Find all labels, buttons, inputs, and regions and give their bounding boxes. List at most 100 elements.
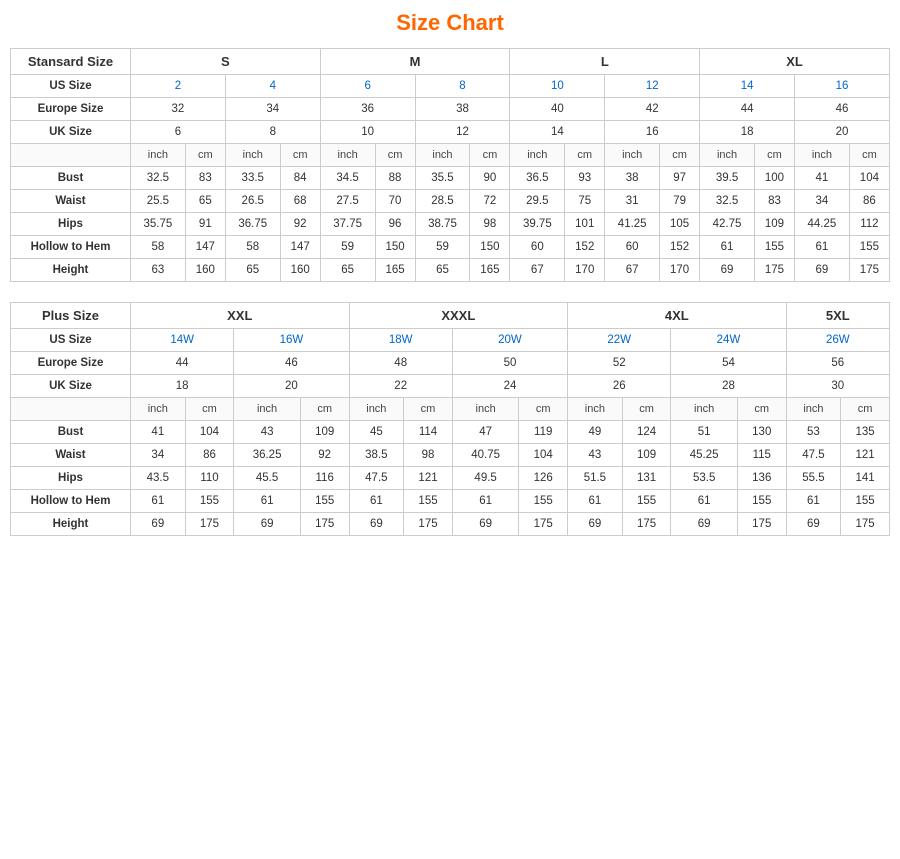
hips-value-plus: 136: [737, 467, 786, 490]
unit-label: inch: [671, 398, 738, 421]
europe-size-value: 46: [795, 98, 890, 121]
hips-value: 101: [565, 213, 605, 236]
height-value: 69: [795, 259, 850, 282]
hips-value-plus: 131: [622, 467, 671, 490]
unit-label: inch: [605, 144, 660, 167]
height-value: 170: [565, 259, 605, 282]
hips-value-plus: 55.5: [786, 467, 841, 490]
unit-label: cm: [185, 144, 225, 167]
bust-value: 83: [185, 167, 225, 190]
uk-size-value: 16: [605, 121, 700, 144]
bust-value: 97: [660, 167, 700, 190]
uk-size-value: 18: [700, 121, 795, 144]
bust-value: 32.5: [131, 167, 186, 190]
uk-size-value: 26: [568, 375, 671, 398]
hollowToHem-label: Hollow to Hem: [11, 236, 131, 259]
hips-value-plus: 141: [841, 467, 890, 490]
us-size-value: 10: [510, 75, 605, 98]
waist-value-plus: 34: [131, 444, 186, 467]
us-size-value: 2: [131, 75, 226, 98]
page-title: Size Chart: [10, 10, 890, 36]
hips-value: 37.75: [320, 213, 375, 236]
waist-value-plus: 86: [185, 444, 234, 467]
hollowToHem-value-plus: 61: [568, 490, 623, 513]
us-size-value: 16: [795, 75, 890, 98]
waist-value: 83: [754, 190, 794, 213]
l-header: L: [510, 49, 700, 75]
height-value: 165: [470, 259, 510, 282]
hollowToHem-value: 61: [795, 236, 850, 259]
bust-value: 88: [375, 167, 415, 190]
us-size-value: 18W: [349, 329, 452, 352]
standard-size-chart: Stansard Size S M L XL US Size2468101214…: [10, 48, 890, 282]
waist-value: 65: [185, 190, 225, 213]
unit-label: inch: [131, 398, 186, 421]
hollowToHem-value-plus: 155: [519, 490, 568, 513]
bust-label: Bust: [11, 167, 131, 190]
unit-label: inch: [131, 144, 186, 167]
bust-value: 35.5: [415, 167, 470, 190]
unit-label: inch: [510, 144, 565, 167]
waist-value-plus: 115: [737, 444, 786, 467]
europe-size-value: 56: [786, 352, 889, 375]
europe-size-value: 48: [349, 352, 452, 375]
hollowToHem-value: 60: [510, 236, 565, 259]
standard-table: Stansard Size S M L XL US Size2468101214…: [10, 48, 890, 282]
unit-label: inch: [568, 398, 623, 421]
height-value-plus: 175: [300, 513, 349, 536]
waist-value-plus: 121: [841, 444, 890, 467]
height-value-plus: 69: [452, 513, 519, 536]
unit-label: cm: [565, 144, 605, 167]
uk-size-label: UK Size: [11, 121, 131, 144]
hollowToHem-value-plus: 61: [349, 490, 404, 513]
unit-label: cm: [470, 144, 510, 167]
bust-value-plus: 43: [234, 421, 301, 444]
bust-value: 41: [795, 167, 850, 190]
hollowToHem-value: 60: [605, 236, 660, 259]
uk-size-value: 14: [510, 121, 605, 144]
height-value: 67: [605, 259, 660, 282]
height-value-plus: 69: [349, 513, 404, 536]
hips-label: Hips: [11, 213, 131, 236]
height-value: 175: [754, 259, 794, 282]
height-value: 160: [185, 259, 225, 282]
waist-value-plus: 104: [519, 444, 568, 467]
height-value-plus: 175: [841, 513, 890, 536]
hollowToHem-value: 155: [849, 236, 889, 259]
bust-value: 100: [754, 167, 794, 190]
height-label-plus: Height: [11, 513, 131, 536]
uk-size-value: 30: [786, 375, 889, 398]
height-value-plus: 175: [404, 513, 453, 536]
unit-label: cm: [849, 144, 889, 167]
europe-size-value: 40: [510, 98, 605, 121]
hollowToHem-value: 152: [565, 236, 605, 259]
waist-value: 29.5: [510, 190, 565, 213]
us-size-value: 8: [415, 75, 510, 98]
hollowToHem-value-plus: 61: [234, 490, 301, 513]
us-size-value: 6: [320, 75, 415, 98]
unit-label: cm: [185, 398, 234, 421]
europe-size-value: 36: [320, 98, 415, 121]
waist-value-plus: 38.5: [349, 444, 404, 467]
us-size-value: 20W: [452, 329, 567, 352]
bust-value-plus: 53: [786, 421, 841, 444]
waist-value-plus: 45.25: [671, 444, 738, 467]
bust-value: 34.5: [320, 167, 375, 190]
waist-value: 75: [565, 190, 605, 213]
waist-value: 68: [280, 190, 320, 213]
us-size-value: 14W: [131, 329, 234, 352]
height-value-plus: 69: [568, 513, 623, 536]
xxl-header: XXL: [131, 303, 350, 329]
hollowToHem-value-plus: 61: [671, 490, 738, 513]
plus-table: Plus Size XXL XXXL 4XL 5XL US Size14W16W…: [10, 302, 890, 536]
m-header: M: [320, 49, 510, 75]
uk-size-value: 20: [795, 121, 890, 144]
hollowToHem-value: 152: [660, 236, 700, 259]
hollowToHem-value: 150: [375, 236, 415, 259]
waist-label: Waist: [11, 190, 131, 213]
bust-value-plus: 119: [519, 421, 568, 444]
bust-value-plus: 130: [737, 421, 786, 444]
height-value: 65: [225, 259, 280, 282]
bust-value: 93: [565, 167, 605, 190]
waist-value-plus: 47.5: [786, 444, 841, 467]
